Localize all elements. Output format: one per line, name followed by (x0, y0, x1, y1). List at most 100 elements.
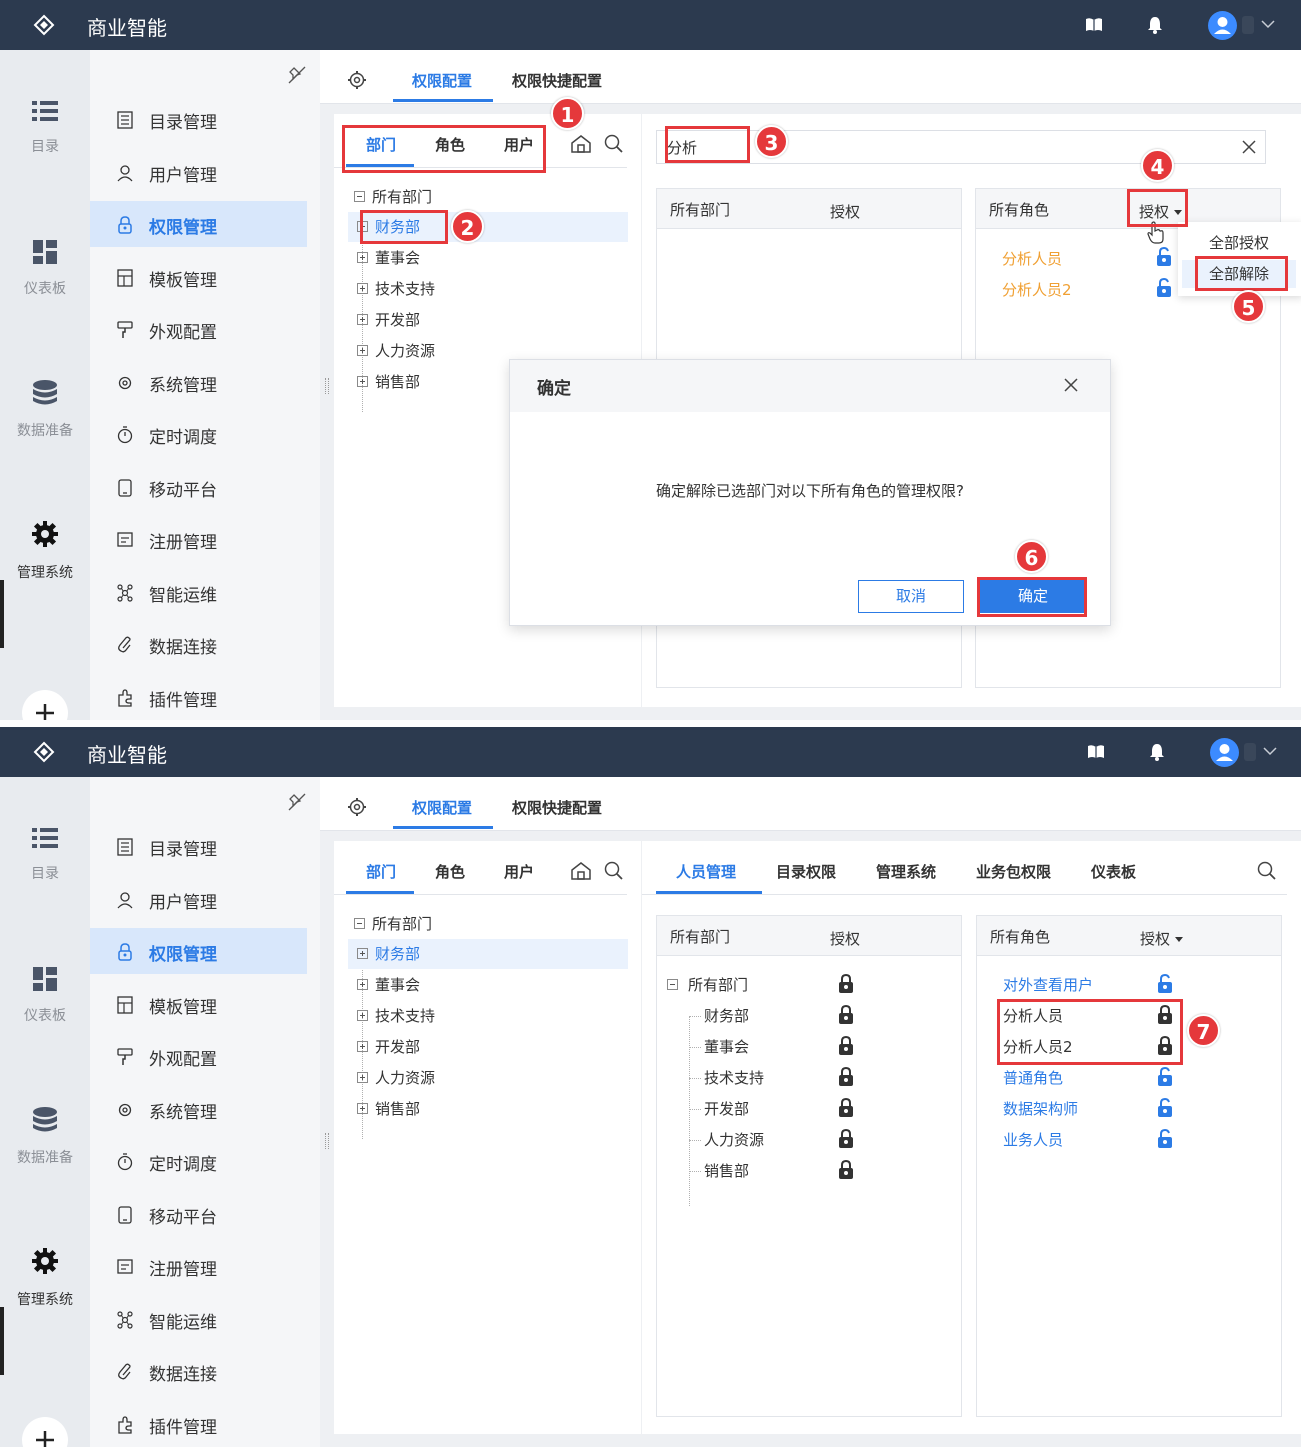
sidebar-item[interactable]: 外观配置 (90, 1033, 307, 1079)
sidebar-item[interactable]: 目录管理 (90, 96, 307, 142)
lock-icon[interactable] (839, 1129, 853, 1148)
unlock-icon[interactable] (1158, 1129, 1172, 1148)
dept-row[interactable]: 人力资源 (667, 1125, 927, 1155)
sidebar-item[interactable]: 智能运维 (90, 569, 307, 615)
sidebar-item[interactable]: 模板管理 (90, 981, 307, 1027)
cancel-button[interactable]: 取消 (858, 580, 964, 613)
lock-icon[interactable] (839, 1005, 853, 1024)
tab-dashboard[interactable]: 仪表板 (1091, 861, 1136, 882)
tab-quick-config[interactable]: 权限快捷配置 (512, 797, 602, 818)
book-icon[interactable] (1084, 15, 1104, 35)
unlock-icon[interactable] (1158, 1067, 1172, 1086)
dept-row[interactable]: 技术支持 (667, 1063, 927, 1093)
unpin-icon[interactable] (288, 793, 306, 811)
sidebar-item[interactable]: 系统管理 (90, 1086, 307, 1132)
tab-quick-config[interactable]: 权限快捷配置 (512, 70, 602, 91)
role-row[interactable]: 业务人员 (1003, 1125, 1263, 1155)
role-row[interactable]: 数据架构师 (1003, 1094, 1263, 1124)
expand-icon[interactable] (357, 314, 368, 325)
add-button[interactable] (22, 1417, 68, 1447)
lock-icon[interactable] (839, 974, 853, 993)
sidebar-item[interactable]: 数据连接 (90, 1348, 307, 1394)
sidebar-item[interactable]: 智能运维 (90, 1296, 307, 1342)
tree-node[interactable]: 技术支持 (348, 274, 628, 304)
rail-item-data-prep[interactable]: 数据准备 (0, 380, 90, 440)
settings-icon[interactable] (347, 70, 367, 90)
expand-icon[interactable] (357, 345, 368, 356)
tab-permission-config[interactable]: 权限配置 (412, 70, 472, 91)
unpin-icon[interactable] (288, 66, 306, 84)
tab-admin-system[interactable]: 管理系统 (876, 861, 936, 882)
unlock-icon[interactable] (1156, 247, 1172, 267)
sidebar-item[interactable]: 权限管理 (90, 928, 307, 974)
dept-row[interactable]: 董事会 (667, 1032, 927, 1062)
dept-row[interactable]: 所有部门 (667, 970, 927, 1000)
expand-icon[interactable] (357, 1010, 368, 1021)
lock-icon[interactable] (839, 1160, 853, 1179)
sidebar-item[interactable]: 数据连接 (90, 621, 307, 667)
sidebar-item[interactable]: 系统管理 (90, 359, 307, 405)
org-filter-icon[interactable] (570, 861, 592, 881)
sidebar-item[interactable]: 移动平台 (90, 464, 307, 510)
sidebar-item[interactable]: 用户管理 (90, 876, 307, 922)
expand-icon[interactable] (357, 1041, 368, 1052)
sidebar-item[interactable]: 移动平台 (90, 1191, 307, 1237)
add-button[interactable] (22, 690, 68, 720)
splitter-handle[interactable] (325, 1133, 329, 1149)
lock-icon[interactable] (839, 1098, 853, 1117)
tab-dept[interactable]: 部门 (366, 861, 396, 882)
unlock-icon[interactable] (1156, 278, 1172, 298)
rail-item-data-prep[interactable]: 数据准备 (0, 1107, 90, 1167)
tab-people[interactable]: 人员管理 (676, 861, 736, 882)
lock-icon[interactable] (839, 1067, 853, 1086)
close-icon[interactable] (1063, 377, 1079, 393)
sidebar-item[interactable]: 注册管理 (90, 1243, 307, 1289)
clear-icon[interactable] (1242, 140, 1256, 154)
expand-icon[interactable] (357, 283, 368, 294)
book-icon[interactable] (1086, 742, 1106, 762)
tab-catalog-perm[interactable]: 目录权限 (776, 861, 836, 882)
search-icon[interactable] (604, 134, 624, 154)
tree-node[interactable]: 董事会 (348, 243, 628, 273)
settings-icon[interactable] (347, 797, 367, 817)
rail-item-catalog[interactable]: 目录 (0, 827, 90, 883)
grant-all-option[interactable]: 全部授权 (1182, 229, 1296, 257)
tab-user[interactable]: 用户 (504, 861, 534, 882)
sidebar-item[interactable]: 插件管理 (90, 674, 307, 720)
tree-root[interactable]: 所有部门 (354, 909, 634, 939)
bell-icon[interactable] (1147, 742, 1167, 762)
role-row[interactable]: 普通角色 (1003, 1063, 1263, 1093)
rail-item-admin[interactable]: 管理系统 (0, 520, 90, 582)
tab-package-perm[interactable]: 业务包权限 (976, 861, 1051, 882)
search-icon[interactable] (1257, 861, 1277, 881)
unlock-icon[interactable] (1158, 1098, 1172, 1117)
expand-icon[interactable] (357, 252, 368, 263)
role-row[interactable]: 对外查看用户 (1003, 970, 1263, 1000)
sidebar-item[interactable]: 模板管理 (90, 254, 307, 300)
expand-icon[interactable] (357, 1072, 368, 1083)
bell-icon[interactable] (1145, 15, 1165, 35)
sidebar-item[interactable]: 插件管理 (90, 1401, 307, 1447)
tree-node[interactable]: 人力资源 (348, 1063, 628, 1093)
rail-item-admin[interactable]: 管理系统 (0, 1247, 90, 1309)
sidebar-item[interactable]: 定时调度 (90, 1138, 307, 1184)
sidebar-item[interactable]: 目录管理 (90, 823, 307, 869)
tree-root[interactable]: 所有部门 (354, 182, 634, 212)
tab-permission-config[interactable]: 权限配置 (412, 797, 472, 818)
chevron-down-icon[interactable] (1262, 743, 1278, 759)
dept-row[interactable]: 财务部 (667, 1001, 927, 1031)
sidebar-item[interactable]: 注册管理 (90, 516, 307, 562)
unlock-icon[interactable] (1158, 974, 1172, 993)
org-filter-icon[interactable] (570, 134, 592, 154)
tab-role[interactable]: 角色 (435, 861, 465, 882)
expand-icon[interactable] (357, 376, 368, 387)
avatar[interactable] (1210, 738, 1239, 767)
sidebar-item[interactable]: 权限管理 (90, 201, 307, 247)
chevron-down-icon[interactable] (1260, 16, 1276, 32)
lock-icon[interactable] (839, 1036, 853, 1055)
search-icon[interactable] (604, 861, 624, 881)
expand-icon[interactable] (357, 948, 368, 959)
splitter-handle[interactable] (325, 378, 329, 394)
dept-row[interactable]: 开发部 (667, 1094, 927, 1124)
collapse-icon[interactable] (354, 918, 365, 929)
